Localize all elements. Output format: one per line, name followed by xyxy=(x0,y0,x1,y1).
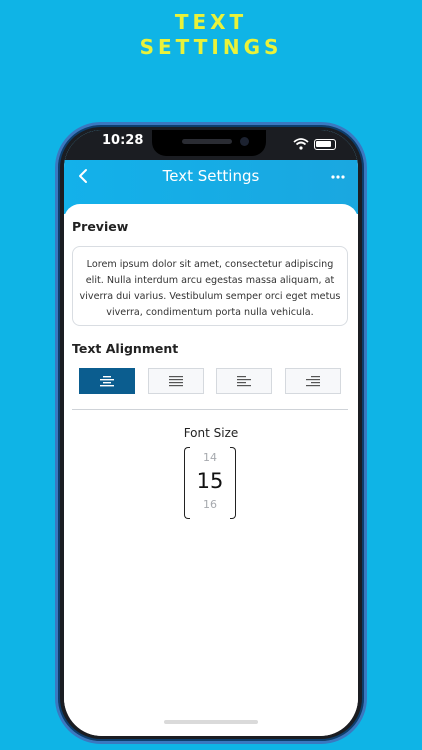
status-time: 10:28 xyxy=(102,133,144,148)
preview-label: Preview xyxy=(72,219,129,234)
align-left-icon xyxy=(237,375,252,386)
divider xyxy=(72,409,348,410)
font-size-picker[interactable]: 14 15 16 xyxy=(184,447,236,519)
font-size-current-value[interactable]: 15 xyxy=(184,469,236,493)
font-size-prev-option[interactable]: 14 xyxy=(184,451,236,464)
align-justify-icon xyxy=(168,375,183,386)
preview-box: Lorem ipsum dolor sit amet, consectetur … xyxy=(72,246,348,326)
wifi-icon xyxy=(293,138,309,150)
align-right-icon xyxy=(305,375,320,386)
alignment-options xyxy=(79,368,341,394)
settings-card: Preview Lorem ipsum dolor sit amet, cons… xyxy=(64,204,358,736)
battery-icon xyxy=(314,138,336,150)
align-justify-button[interactable] xyxy=(147,368,204,394)
promo-title-line1: TEXT xyxy=(174,10,248,34)
align-right-button[interactable] xyxy=(284,368,341,394)
phone-screen: 10:28 Text Settings Preview Lorem ipsum … xyxy=(64,130,358,736)
camera xyxy=(240,137,249,146)
status-bar: 10:28 xyxy=(64,130,358,160)
page-title: Text Settings xyxy=(162,167,260,185)
promo-title: TEXT SETTINGS xyxy=(0,10,422,60)
align-center-icon xyxy=(100,375,114,386)
align-left-button[interactable] xyxy=(216,368,273,394)
nav-bar: Text Settings xyxy=(64,162,358,192)
home-indicator xyxy=(164,720,258,724)
notch xyxy=(152,130,266,156)
preview-text: Lorem ipsum dolor sit amet, consectetur … xyxy=(79,259,341,318)
align-center-button[interactable] xyxy=(79,368,135,394)
more-horizontal-icon xyxy=(331,175,345,179)
more-button[interactable] xyxy=(328,167,348,187)
speaker xyxy=(182,139,232,144)
promo-title-line2: SETTINGS xyxy=(139,35,283,59)
font-size-next-option[interactable]: 16 xyxy=(184,498,236,511)
text-alignment-label: Text Alignment xyxy=(72,341,179,356)
font-size-label: Font Size xyxy=(183,426,239,440)
status-icons xyxy=(293,138,336,150)
